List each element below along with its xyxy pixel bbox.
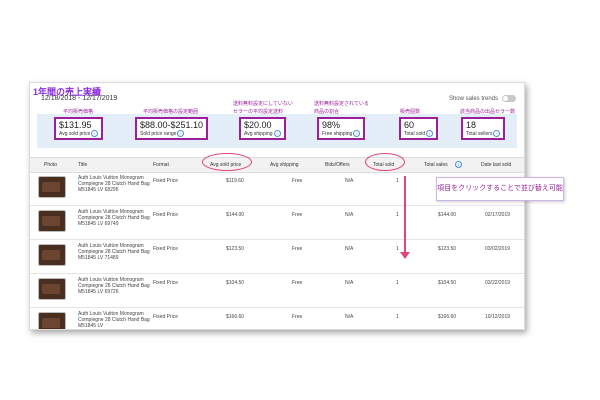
- stat-value: $88.00-$251.10: [140, 120, 204, 130]
- col-bids-offers[interactable]: Bids/Offers: [325, 162, 350, 168]
- table-row[interactable]: Auth Louis Vuitton Monogram Compiegne 28…: [30, 308, 524, 329]
- arrow-line: [404, 176, 406, 254]
- stat-label: Total sold: [404, 130, 426, 137]
- row-avg-price: $104.50: [226, 280, 245, 286]
- row-sold: 1: [396, 314, 399, 320]
- info-icon[interactable]: i: [426, 130, 434, 137]
- row-format: Fixed Price: [153, 212, 179, 218]
- stat-value: $20.00: [244, 120, 272, 130]
- row-date: 03/02/2019: [485, 246, 511, 252]
- product-photo[interactable]: [38, 244, 66, 266]
- col-photo[interactable]: Photo: [44, 162, 57, 168]
- product-photo[interactable]: [38, 278, 66, 300]
- stat-value: $131.95: [59, 120, 92, 130]
- stat-label: Free shipping: [322, 130, 353, 137]
- row-date: 03/22/2019: [485, 280, 511, 286]
- table-header: Photo Title Format Avg sold price Avg sh…: [30, 157, 524, 173]
- row-sales: $166.60: [438, 314, 457, 320]
- stat-label: Avg sold price: [59, 130, 91, 137]
- row-format: Fixed Price: [153, 280, 179, 286]
- product-title[interactable]: Auth Louis Vuitton Monogram Compiegne 28…: [78, 243, 158, 261]
- stat-avg-sold-price: $131.95 Avg sold price i: [54, 117, 104, 140]
- stat-avg-shipping: $20.00 Avg shipping i: [239, 117, 286, 140]
- product-title[interactable]: Auth Louis Vuitton Monogram Compiegne 28…: [78, 311, 158, 329]
- row-sales: $144.00: [438, 212, 457, 218]
- stat-label: Sold price range: [140, 130, 177, 137]
- row-format: Fixed Price: [153, 314, 179, 320]
- row-shipping: Free: [292, 246, 303, 252]
- row-date: 02/17/2019: [485, 212, 511, 218]
- stat-value: 60: [404, 120, 415, 130]
- row-avg-price: $123.50: [226, 246, 245, 252]
- product-photo[interactable]: [38, 176, 66, 198]
- row-bids: N/A: [345, 314, 354, 320]
- info-icon[interactable]: i: [455, 161, 462, 168]
- info-icon[interactable]: i: [177, 130, 185, 137]
- row-bids: N/A: [345, 280, 354, 286]
- stat-value: 98%: [322, 120, 341, 130]
- row-date: 10/12/2019: [485, 314, 511, 320]
- row-sold: 1: [396, 212, 399, 218]
- date-range: 12/18/2018 - 12/17/2019: [41, 95, 118, 102]
- highlight-avg-sold-price: [202, 153, 252, 171]
- highlight-total-sold: [365, 153, 405, 171]
- row-format: Fixed Price: [153, 246, 179, 252]
- annotation-free-shipping-1: 送料無料設定されている: [314, 101, 369, 107]
- product-title[interactable]: Auth Louis Vuitton Monogram Compiegne 28…: [78, 277, 158, 295]
- col-date-last-sold[interactable]: Date last sold: [481, 162, 511, 168]
- col-avg-shipping[interactable]: Avg shipping: [270, 162, 299, 168]
- row-avg-price: $144.00: [226, 212, 245, 218]
- row-shipping: Free: [292, 280, 303, 286]
- annotation-avg-shipping-1: 送料無料設定にしていない: [233, 101, 293, 107]
- stat-value: 18: [466, 120, 477, 130]
- info-icon[interactable]: i: [353, 130, 361, 137]
- table-row[interactable]: Auth Louis Vuitton Monogram Compiegne 28…: [30, 274, 524, 308]
- row-shipping: Free: [292, 178, 303, 184]
- sort-callout: 項目をクリックすることで並び替え可能: [436, 177, 564, 201]
- stat-sold-price-range: $88.00-$251.10 Sold price range i: [135, 117, 209, 140]
- col-total-sales[interactable]: Total sales: [424, 162, 448, 168]
- col-title[interactable]: Title: [78, 162, 87, 168]
- arrow-head-icon: [400, 252, 410, 259]
- row-sold: 1: [396, 178, 399, 184]
- stat-total-sold: 60 Total sold i: [399, 117, 439, 140]
- stat-label: Total sellers: [466, 130, 493, 137]
- info-icon[interactable]: i: [273, 130, 281, 137]
- product-title[interactable]: Auth Louis Vuitton Monogram Compiegne 28…: [78, 175, 158, 193]
- sales-trends-toggle-group: Show sales trends: [449, 95, 516, 102]
- stats-bar: $131.95 Avg sold price i $88.00-$251.10 S…: [37, 114, 517, 148]
- product-title[interactable]: Auth Louis Vuitton Monogram Compiegne 28…: [78, 209, 158, 227]
- sales-trends-toggle[interactable]: [502, 95, 516, 102]
- screenshot-panel: 1年間の売上実績 12/18/2018 - 12/17/2019 Show sa…: [29, 82, 525, 330]
- row-shipping: Free: [292, 314, 303, 320]
- row-shipping: Free: [292, 212, 303, 218]
- sales-trends-label: Show sales trends: [448, 95, 498, 102]
- row-avg-price: $119.60: [226, 178, 244, 184]
- row-avg-price: $166.60: [226, 314, 245, 320]
- stat-label: Avg shipping: [244, 130, 273, 137]
- table-row[interactable]: Auth Louis Vuitton Monogram Compiegne 28…: [30, 206, 524, 240]
- row-sales: $104.50: [438, 280, 457, 286]
- product-photo[interactable]: [38, 312, 66, 329]
- row-bids: N/A: [345, 178, 354, 184]
- row-sales: $123.50: [438, 246, 457, 252]
- product-photo[interactable]: [38, 210, 66, 232]
- row-sold: 1: [396, 246, 399, 252]
- row-sold: 1: [396, 280, 399, 286]
- table-row[interactable]: Auth Louis Vuitton Monogram Compiegne 28…: [30, 240, 524, 274]
- info-icon[interactable]: i: [91, 130, 99, 137]
- row-format: Fixed Price: [153, 178, 179, 184]
- info-icon[interactable]: i: [493, 130, 501, 137]
- stat-free-shipping: 98% Free shipping i: [317, 117, 366, 140]
- row-bids: N/A: [345, 212, 354, 218]
- stat-total-sellers: 18 Total sellers i: [461, 117, 506, 140]
- row-bids: N/A: [345, 246, 354, 252]
- col-format[interactable]: Format: [153, 162, 169, 168]
